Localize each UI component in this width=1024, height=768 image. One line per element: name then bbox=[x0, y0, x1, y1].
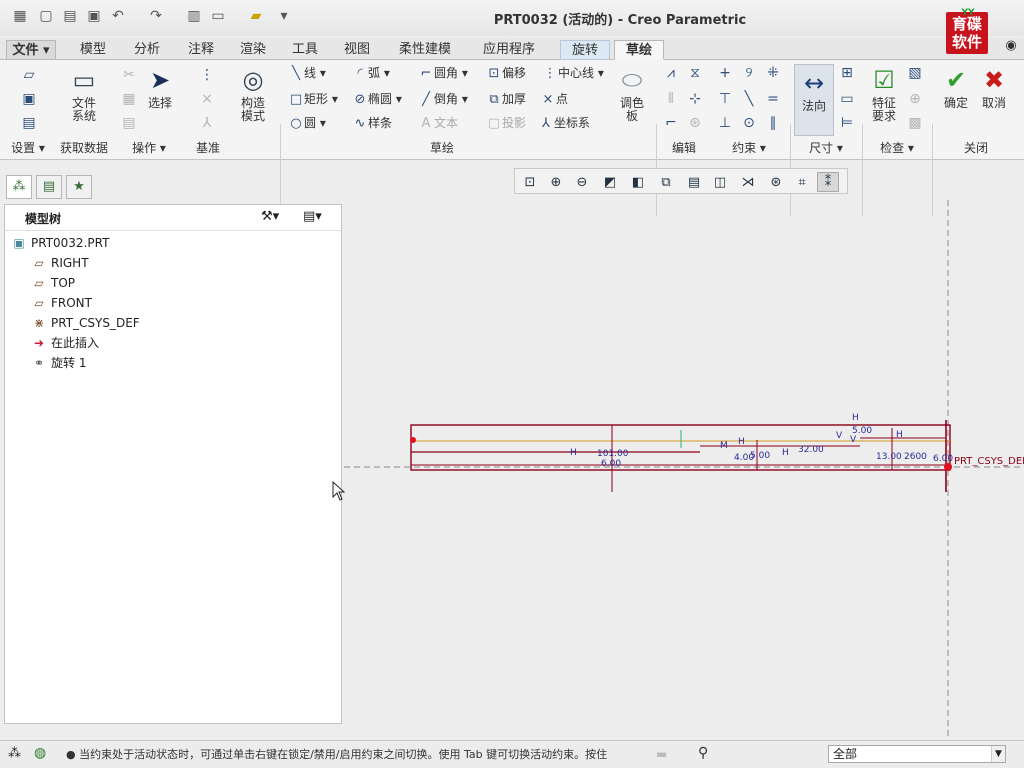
sketch-canvas[interactable]: 101.00 6.00 4.00 5.00 32.00 5.00 13.00 2… bbox=[0, 0, 1024, 768]
browser-toggle-icon[interactable]: ◍ bbox=[34, 745, 46, 761]
status-bar: ⁂ ◍ ● 当约束处于活动状态时，可通过单击右键在锁定/禁用/启用约束之间切换。… bbox=[0, 740, 1024, 768]
mouse-cursor-icon bbox=[332, 481, 346, 501]
sketch-point-left bbox=[410, 437, 416, 443]
constraint-label: M bbox=[720, 441, 728, 451]
status-message: ● 当约束处于活动状态时，可通过单击右键在锁定/禁用/启用约束之间切换。使用 T… bbox=[66, 748, 608, 761]
dimension-label: 32.00 bbox=[798, 445, 824, 455]
csys-label: PRT_CSYS_DEF bbox=[954, 456, 1024, 467]
constraint-label: H bbox=[852, 413, 859, 423]
selection-filter-select[interactable]: 全部 ▼ bbox=[828, 745, 1006, 763]
dimension-label: 5.00 bbox=[750, 451, 770, 461]
help-icon[interactable]: ◉ bbox=[1002, 38, 1020, 54]
chevron-down-icon: ▼ bbox=[991, 746, 1005, 762]
sketch-origin-point bbox=[944, 463, 952, 471]
dimension-label: 13.00 bbox=[876, 452, 902, 462]
smart-selection-icon[interactable]: ▬ bbox=[656, 747, 667, 761]
constraint-label: H bbox=[896, 430, 903, 440]
dimension-label: 6.00 bbox=[601, 459, 621, 469]
constraint-label: H bbox=[738, 437, 745, 447]
brand-logo: 育碟软件 bbox=[946, 12, 988, 54]
find-icon[interactable]: ⚲ bbox=[698, 745, 708, 761]
dimension-label: 101.00 bbox=[597, 449, 629, 459]
dimension-label: 2600 bbox=[904, 452, 927, 462]
constraint-label: H bbox=[570, 448, 577, 458]
constraint-label: H bbox=[782, 448, 789, 458]
constraint-label: V bbox=[850, 435, 857, 445]
constraint-label: V bbox=[836, 431, 843, 441]
navigator-toggle-icon[interactable]: ⁂ bbox=[8, 746, 21, 761]
logo-top-text: YY bbox=[961, 8, 975, 18]
dimension-label: 6.00 bbox=[933, 454, 953, 464]
